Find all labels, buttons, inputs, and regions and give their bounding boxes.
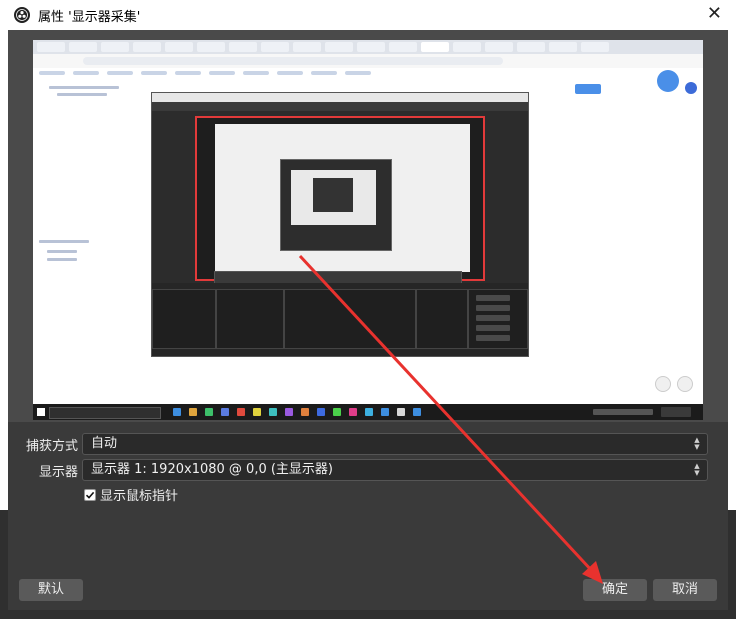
obs-logo-icon bbox=[14, 7, 30, 23]
captured-address-bar bbox=[33, 54, 703, 69]
background-left-edge bbox=[0, 30, 8, 510]
display-capture-preview bbox=[33, 40, 703, 420]
title-bar: 属性 '显示器采集' ✕ bbox=[0, 0, 736, 30]
close-icon[interactable]: ✕ bbox=[707, 5, 722, 23]
captured-obs-canvas bbox=[195, 116, 485, 281]
captured-obs-docks bbox=[152, 283, 528, 356]
captured-bookmarks-bar bbox=[33, 68, 703, 78]
captured-browser-tabs bbox=[33, 40, 703, 54]
display-value: 显示器 1: 1920x1080 @ 0,0 (主显示器) bbox=[91, 462, 333, 477]
dialog-title: 属性 '显示器采集' bbox=[38, 9, 141, 25]
capture-method-label: 捕获方式 bbox=[26, 439, 79, 454]
spinner-arrows-icon: ▲ ▼ bbox=[694, 436, 700, 451]
spinner-arrows-icon: ▲ ▼ bbox=[694, 462, 700, 477]
display-select[interactable]: 显示器 1: 1920x1080 @ 0,0 (主显示器) ▲ ▼ bbox=[82, 459, 708, 481]
background-right-edge bbox=[728, 30, 736, 510]
display-label: 显示器 bbox=[39, 465, 79, 480]
floating-assistant-icon bbox=[657, 70, 679, 92]
show-cursor-checkbox[interactable] bbox=[84, 488, 96, 501]
ok-button[interactable]: 确定 bbox=[583, 579, 647, 601]
captured-taskbar bbox=[33, 404, 703, 420]
capture-method-value: 自动 bbox=[91, 436, 118, 451]
captured-obs-window bbox=[151, 92, 529, 357]
show-cursor-label: 显示鼠标指针 bbox=[100, 489, 179, 504]
checkmark-icon bbox=[85, 491, 95, 499]
defaults-button[interactable]: 默认 bbox=[19, 579, 83, 601]
properties-dialog: 属性 '显示器采集' ✕ 捕获方式 自动 ▲ ▼ 显示器 显示器 1: 1920… bbox=[0, 0, 736, 619]
cancel-button[interactable]: 取消 bbox=[653, 579, 717, 601]
capture-method-select[interactable]: 自动 ▲ ▼ bbox=[82, 433, 708, 455]
show-cursor-option[interactable]: 显示鼠标指针 bbox=[84, 485, 178, 504]
